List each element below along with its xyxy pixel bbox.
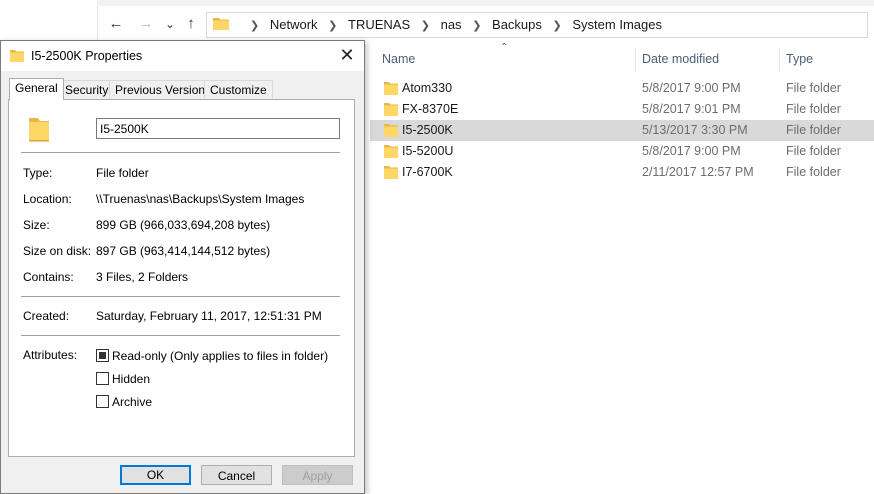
file-type: File folder — [786, 165, 841, 179]
cancel-button[interactable]: Cancel — [201, 465, 272, 485]
divider — [21, 296, 340, 297]
attributes-label: Attributes: — [23, 348, 78, 362]
file-date: 2/11/2017 12:57 PM — [642, 165, 754, 179]
tab-general[interactable]: General — [9, 78, 64, 100]
dialog-title: I5-2500K Properties — [31, 49, 143, 63]
recent-locations-button[interactable]: ⌄ — [160, 14, 180, 34]
size-on-disk-label: Size on disk: — [23, 244, 92, 258]
dialog-titlebar[interactable]: I5-2500K Properties ✕ — [1, 41, 364, 71]
file-date: 5/8/2017 9:00 PM — [642, 81, 741, 95]
created-label: Created: — [23, 309, 70, 323]
breadcrumb-item-system-images[interactable]: System Images — [572, 17, 662, 32]
close-icon: ✕ — [339, 45, 355, 65]
file-row[interactable]: I7-6700K 2/11/2017 12:57 PM File folder — [370, 162, 874, 183]
file-date: 5/13/2017 3:30 PM — [642, 123, 748, 137]
folder-icon — [10, 50, 24, 62]
chevron-right-icon: ❯ — [250, 20, 260, 32]
folder-icon — [384, 82, 398, 95]
column-header-date-modified[interactable]: Date modified — [642, 52, 719, 66]
tab-security[interactable]: Security — [59, 80, 115, 100]
column-header-type[interactable]: Type — [786, 52, 813, 66]
file-row[interactable]: FX-8370E 5/8/2017 9:01 PM File folder — [370, 99, 874, 120]
column-divider[interactable] — [635, 48, 636, 72]
hidden-checkbox[interactable] — [96, 372, 109, 385]
type-value: File folder — [96, 166, 149, 180]
column-divider[interactable] — [779, 48, 780, 72]
type-label: Type: — [23, 166, 53, 180]
file-name: Atom330 — [402, 81, 453, 95]
ok-button[interactable]: OK — [120, 465, 191, 485]
tab-previous-versions[interactable]: Previous Versions — [109, 80, 218, 100]
folder-icon — [384, 103, 398, 116]
chevron-right-icon[interactable]: ❯ — [328, 19, 337, 32]
folder-icon — [384, 124, 398, 137]
chevron-right-icon[interactable]: ❯ — [553, 19, 562, 32]
divider — [21, 335, 340, 336]
size-label: Size: — [23, 218, 50, 232]
file-date: 5/8/2017 9:00 PM — [642, 144, 741, 158]
breadcrumb-item-backups[interactable]: Backups — [492, 17, 542, 32]
breadcrumb-item-network[interactable]: Network — [270, 17, 318, 32]
size-value: 899 GB (966,033,694,208 bytes) — [96, 218, 271, 232]
contains-label: Contains: — [23, 270, 74, 284]
properties-dialog: I5-2500K Properties ✕ General Security P… — [0, 40, 365, 494]
file-row-selected[interactable]: I5-2500K 5/13/2017 3:30 PM File folder — [370, 120, 874, 141]
up-button[interactable]: ↑ — [181, 14, 201, 34]
general-tab-panel: I5-2500K Type: File folder Location: \\T… — [8, 99, 355, 457]
created-value: Saturday, February 11, 2017, 12:51:31 PM — [96, 309, 322, 323]
location-value: \\Truenas\nas\Backups\System Images — [96, 192, 305, 206]
file-row[interactable]: Atom330 5/8/2017 9:00 PM File folder — [370, 78, 874, 99]
file-name: I7-6700K — [402, 165, 453, 179]
file-date: 5/8/2017 9:01 PM — [642, 102, 741, 116]
file-list: Atom330 5/8/2017 9:00 PM File folder FX-… — [370, 78, 874, 183]
file-name: I5-2500K — [402, 123, 453, 137]
chevron-right-icon[interactable]: ❯ — [472, 19, 481, 32]
breadcrumb: ❯ Network ❯ TRUENAS ❯ nas ❯ Backups ❯ Sy… — [243, 17, 662, 32]
file-type: File folder — [786, 144, 841, 158]
file-type: File folder — [786, 123, 841, 137]
folder-icon — [29, 118, 49, 142]
forward-button[interactable]: → — [136, 14, 156, 34]
archive-label[interactable]: Archive — [112, 395, 152, 409]
folder-icon — [213, 18, 229, 30]
apply-button[interactable]: Apply — [282, 465, 353, 485]
divider — [21, 152, 340, 153]
navigation-bar: ← → ⌄ ↑ ❯ Network ❯ TRUENAS ❯ nas ❯ Back… — [98, 6, 874, 42]
address-bar[interactable]: ❯ Network ❯ TRUENAS ❯ nas ❯ Backups ❯ Sy… — [206, 12, 868, 38]
breadcrumb-item-nas[interactable]: nas — [441, 17, 462, 32]
back-button[interactable]: ← — [106, 14, 126, 34]
size-on-disk-value: 897 GB (963,414,144,512 bytes) — [96, 244, 271, 258]
file-row[interactable]: I5-5200U 5/8/2017 9:00 PM File folder — [370, 141, 874, 162]
readonly-label[interactable]: Read-only (Only applies to files in fold… — [112, 349, 328, 363]
column-headers: Name Date modified Type — [370, 48, 874, 72]
file-name: FX-8370E — [402, 102, 459, 116]
folder-icon — [384, 145, 398, 158]
archive-checkbox[interactable] — [96, 395, 109, 408]
readonly-checkbox[interactable] — [96, 349, 109, 362]
column-header-name[interactable]: Name — [382, 52, 415, 66]
breadcrumb-item-truenas[interactable]: TRUENAS — [348, 17, 410, 32]
contains-value: 3 Files, 2 Folders — [96, 270, 189, 284]
folder-name-input[interactable]: I5-2500K — [96, 118, 340, 139]
hidden-label[interactable]: Hidden — [112, 372, 150, 386]
file-type: File folder — [786, 81, 841, 95]
chevron-right-icon[interactable]: ❯ — [421, 19, 430, 32]
folder-icon — [384, 166, 398, 179]
tab-customize[interactable]: Customize — [204, 80, 273, 100]
close-button[interactable]: ✕ — [330, 41, 364, 71]
file-name: I5-5200U — [402, 144, 454, 158]
location-label: Location: — [23, 192, 72, 206]
file-type: File folder — [786, 102, 841, 116]
